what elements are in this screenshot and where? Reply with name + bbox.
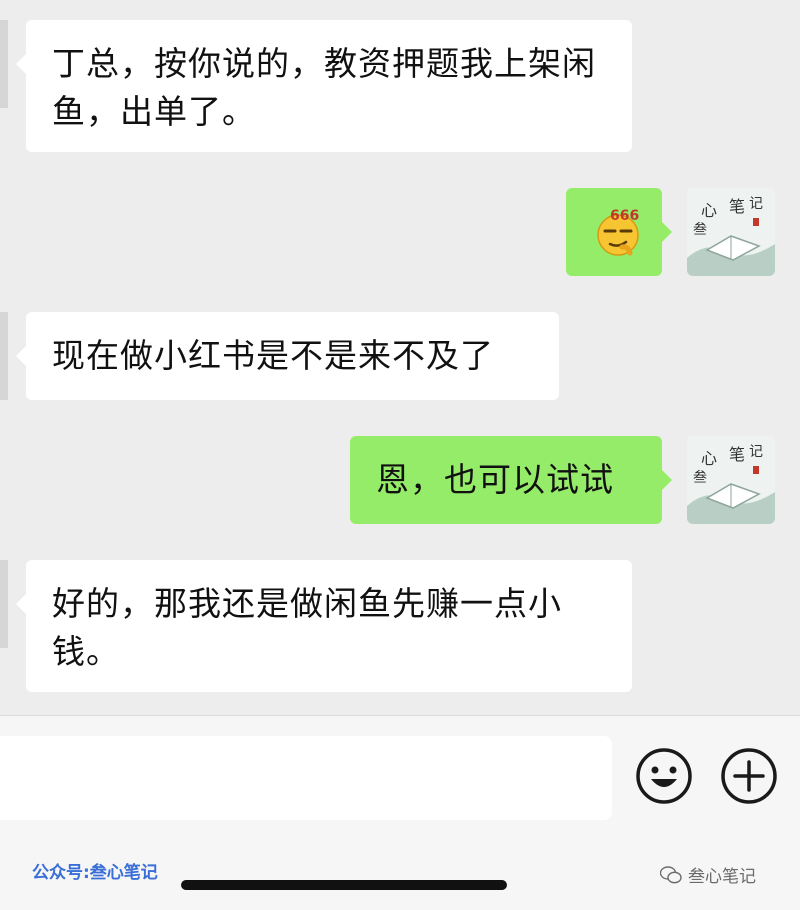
home-indicator bbox=[181, 880, 507, 890]
watermark-right-text: 叁心笔记 bbox=[688, 867, 756, 887]
message-input[interactable] bbox=[0, 736, 612, 820]
plus-circle-icon[interactable] bbox=[719, 746, 779, 806]
contact-avatar[interactable] bbox=[0, 20, 8, 108]
message-text: 好的，那我还是做闲鱼先赚一点小钱。 bbox=[52, 584, 562, 671]
message-text: 丁总，按你说的，教资押题我上架闲鱼，出单了。 bbox=[52, 44, 596, 131]
my-avatar[interactable]: 心 笔 叁 记 bbox=[687, 188, 775, 276]
watermark-right: 叁心笔记 bbox=[660, 862, 756, 887]
message-text: 恩，也可以试试 bbox=[376, 460, 614, 499]
svg-text:心: 心 bbox=[701, 201, 717, 220]
svg-text:叁: 叁 bbox=[693, 221, 707, 238]
svg-text:叁: 叁 bbox=[693, 469, 707, 486]
message-bubble-received[interactable]: 好的，那我还是做闲鱼先赚一点小钱。 bbox=[16, 560, 632, 692]
svg-text:记: 记 bbox=[749, 444, 763, 460]
smiley-icon[interactable] bbox=[634, 746, 694, 806]
svg-text:笔: 笔 bbox=[729, 445, 745, 464]
message-bubble-sent[interactable]: 恩，也可以试试 bbox=[350, 436, 672, 524]
message-bubble-received[interactable]: 现在做小红书是不是来不及了 bbox=[16, 312, 559, 400]
sticker-text: 666 bbox=[610, 208, 640, 224]
svg-text:笔: 笔 bbox=[729, 197, 745, 216]
wechat-icon bbox=[660, 865, 682, 883]
svg-text:记: 记 bbox=[749, 196, 763, 212]
chat-area: 丁总，按你说的，教资押题我上架闲鱼，出单了。 666 心 笔 叁 记 现在做小红… bbox=[0, 0, 800, 715]
watermark-left: 公众号:叁心笔记 bbox=[32, 863, 158, 883]
message-text: 现在做小红书是不是来不及了 bbox=[52, 336, 494, 375]
svg-text:心: 心 bbox=[701, 449, 717, 468]
message-bubble-received[interactable]: 丁总，按你说的，教资押题我上架闲鱼，出单了。 bbox=[16, 20, 632, 152]
my-avatar[interactable]: 心 笔 叁 记 bbox=[687, 436, 775, 524]
contact-avatar[interactable] bbox=[0, 312, 8, 400]
contact-avatar[interactable] bbox=[0, 560, 8, 648]
